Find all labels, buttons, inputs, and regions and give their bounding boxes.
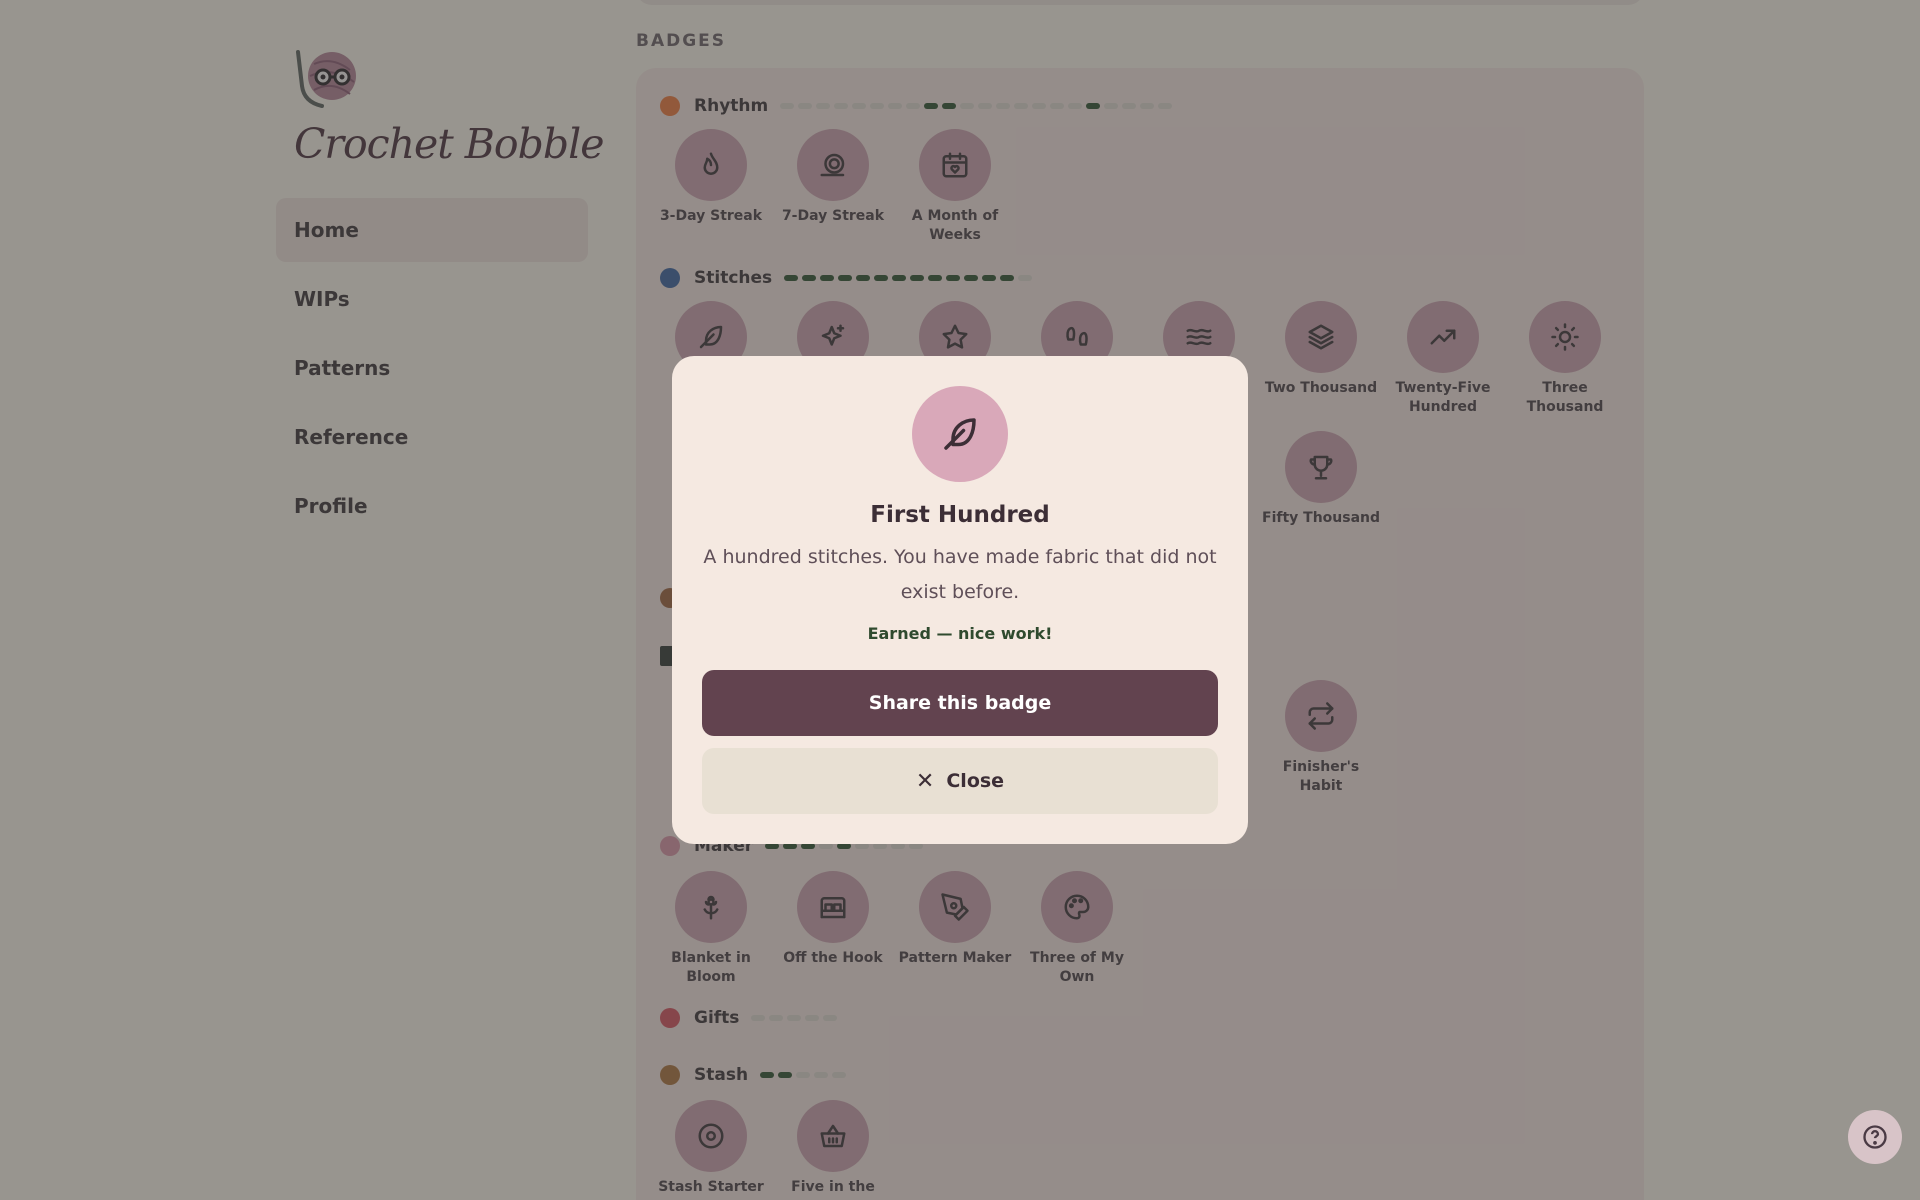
badge-detail-modal: First Hundred A hundred stitches. You ha… [672,356,1248,844]
modal-description: A hundred stitches. You have made fabric… [703,546,1217,603]
help-button[interactable] [1848,1110,1902,1164]
help-circle-icon [1863,1125,1887,1149]
close-icon: ✕ [915,768,935,794]
share-badge-button[interactable]: Share this badge [702,670,1218,736]
close-label: Close [946,770,1005,792]
modal-title: First Hundred [870,502,1050,528]
feather-icon [944,418,976,450]
modal-badge-icon [912,386,1008,482]
close-button[interactable]: ✕ Close [702,748,1218,814]
earned-status: Earned — nice work! [867,624,1053,643]
